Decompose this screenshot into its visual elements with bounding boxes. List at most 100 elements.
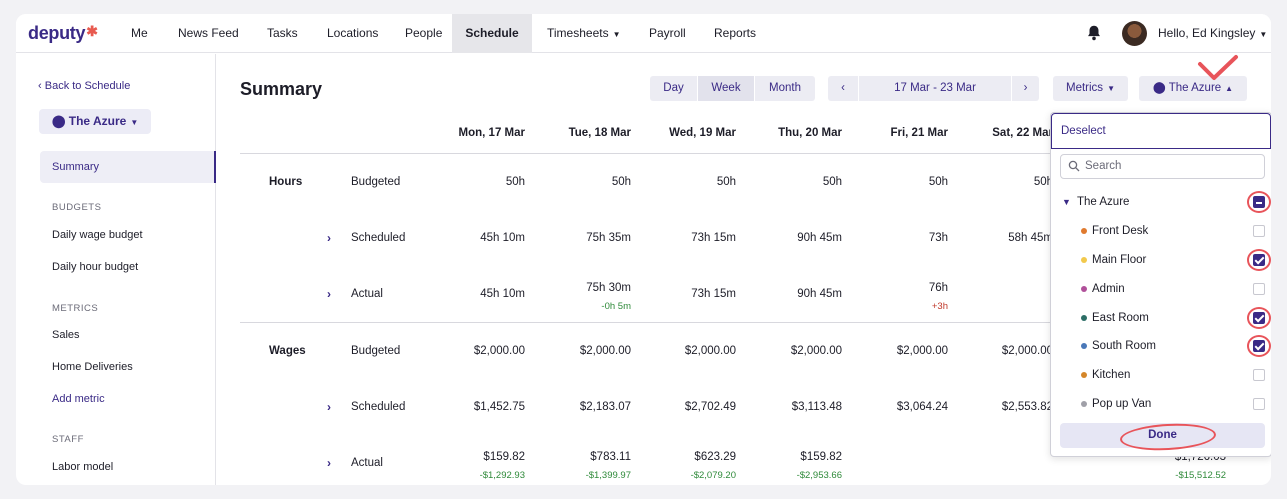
cell: $2,000.00 [1001, 345, 1053, 357]
nav-people[interactable]: People [405, 14, 442, 53]
row-label: Budgeted [351, 345, 401, 357]
date-range[interactable]: 17 Mar - 23 Mar [859, 76, 1011, 101]
area-row[interactable]: South Room [1051, 335, 1271, 357]
col-header: Sat, 22 Mar [992, 127, 1053, 139]
cell: 73h 15m [691, 232, 736, 244]
nav-timesheets[interactable]: Timesheets ▼ [547, 14, 621, 53]
cell: 50h [611, 176, 631, 188]
back-to-schedule-link[interactable]: ‹ Back to Schedule [38, 80, 130, 92]
variance: -$1,292.93 [479, 470, 525, 481]
expand-chevron-icon[interactable]: › [327, 231, 331, 245]
metrics-button[interactable]: Metrics ▼ [1053, 76, 1128, 101]
deputy-logo[interactable]: deputy✱ [28, 23, 98, 44]
area-checkbox[interactable] [1253, 283, 1265, 295]
cell: $159.82 [483, 451, 525, 463]
row-label: Scheduled [351, 232, 406, 244]
view-week-button[interactable]: Week [698, 76, 754, 101]
expand-chevron-icon[interactable]: › [327, 287, 331, 301]
nav-reports[interactable]: Reports [714, 14, 756, 53]
area-row[interactable]: Kitchen [1051, 364, 1271, 386]
variance: +3h [931, 301, 948, 312]
area-row[interactable]: Front Desk [1051, 220, 1271, 242]
area-row[interactable]: Main Floor [1051, 249, 1271, 271]
chevron-left-icon: ‹ [38, 80, 45, 92]
cell: 75h 35m [586, 232, 631, 244]
expand-chevron-icon[interactable]: › [327, 400, 331, 414]
expand-chevron-icon[interactable]: › [327, 456, 331, 470]
cell: 45h 10m [480, 288, 525, 300]
prev-week-button[interactable]: ‹ [828, 76, 858, 101]
cell: 73h 15m [691, 288, 736, 300]
area-row[interactable]: Admin [1051, 278, 1271, 300]
nav-schedule[interactable]: Schedule [452, 14, 532, 53]
chevron-left-icon: ‹ [841, 82, 845, 94]
area-checkbox[interactable] [1253, 369, 1265, 381]
nav-locations[interactable]: Locations [327, 14, 378, 53]
deselect-button[interactable]: Deselect [1051, 113, 1271, 149]
cell: $623.29 [694, 451, 736, 463]
col-header: Mon, 17 Mar [458, 127, 525, 139]
location-dropdown: Deselect Search ▼ The Azure Front Desk M… [1050, 112, 1271, 457]
cell: 50h [716, 176, 736, 188]
sidebar-item-home-deliveries[interactable]: Home Deliveries [52, 361, 133, 373]
sidebar-item-labor-model[interactable]: Labor model [52, 461, 113, 473]
cell: $783.11 [590, 451, 631, 463]
sidebar-item-summary[interactable]: Summary [40, 151, 216, 183]
variance: -$1,399.97 [585, 470, 631, 481]
search-placeholder: Search [1085, 160, 1122, 172]
next-week-button[interactable]: › [1012, 76, 1039, 101]
greeting-text: Hello, Ed Kingsley [1158, 26, 1256, 40]
cell: 50h [928, 176, 948, 188]
search-input[interactable]: Search [1060, 154, 1265, 179]
area-color-dot [1081, 257, 1087, 263]
location-group-label: The Azure [1077, 196, 1130, 208]
cell: 76h [928, 282, 948, 294]
cell: $2,000.00 [790, 345, 842, 357]
area-label: Front Desk [1092, 225, 1149, 237]
nav-news-feed[interactable]: News Feed [178, 14, 239, 53]
variance: -$2,079.20 [690, 470, 736, 481]
cell: $2,702.49 [684, 401, 736, 413]
sidebar-item-daily-hour-budget[interactable]: Daily hour budget [52, 261, 138, 273]
chevron-down-icon[interactable]: ▼ [1062, 191, 1071, 213]
area-row[interactable]: East Room [1051, 307, 1271, 329]
col-header: Tue, 18 Mar [568, 127, 631, 139]
annotation-checkmark [1198, 55, 1238, 80]
annotation-circle [1247, 249, 1271, 271]
view-day-button[interactable]: Day [650, 76, 697, 101]
location-selector[interactable]: ⬤ The Azure ▼ [39, 109, 152, 134]
area-label: Kitchen [1092, 369, 1131, 381]
cell: 75h 30m [586, 282, 631, 294]
back-label: Back to Schedule [44, 80, 131, 92]
area-color-dot [1081, 401, 1087, 407]
row-label: Budgeted [351, 176, 401, 188]
avatar[interactable] [1122, 21, 1147, 46]
row-label: Actual [351, 457, 383, 469]
cell: 50h [822, 176, 842, 188]
area-row[interactable]: Pop up Van [1051, 393, 1271, 415]
annotation-circle [1247, 191, 1271, 213]
view-month-button[interactable]: Month [755, 76, 815, 101]
cell: 90h 45m [797, 288, 842, 300]
area-color-dot [1081, 286, 1087, 292]
metrics-label: Metrics [1066, 82, 1104, 94]
nav-tasks[interactable]: Tasks [267, 14, 298, 53]
nav-payroll[interactable]: Payroll [649, 14, 686, 53]
area-checkbox[interactable] [1253, 398, 1265, 410]
variance: -0h 5m [601, 301, 631, 312]
chevron-up-icon: ▲ [1225, 84, 1234, 93]
location-label: The Azure [68, 114, 127, 128]
cell: 50h [505, 176, 525, 188]
sidebar-item-daily-wage-budget[interactable]: Daily wage budget [52, 229, 143, 241]
user-menu[interactable]: Hello, Ed Kingsley ▼ [1158, 14, 1267, 53]
sidebar-item-sales[interactable]: Sales [52, 329, 80, 341]
add-metric-link[interactable]: Add metric [52, 393, 105, 405]
location-group-row[interactable]: ▼ The Azure [1051, 191, 1271, 213]
bell-icon[interactable] [1085, 24, 1103, 42]
area-color-dot [1081, 343, 1087, 349]
area-checkbox[interactable] [1253, 225, 1265, 237]
col-header: Thu, 20 Mar [778, 127, 842, 139]
nav-me[interactable]: Me [131, 14, 148, 53]
area-label: Pop up Van [1092, 398, 1152, 410]
cell: $2,000.00 [579, 345, 631, 357]
